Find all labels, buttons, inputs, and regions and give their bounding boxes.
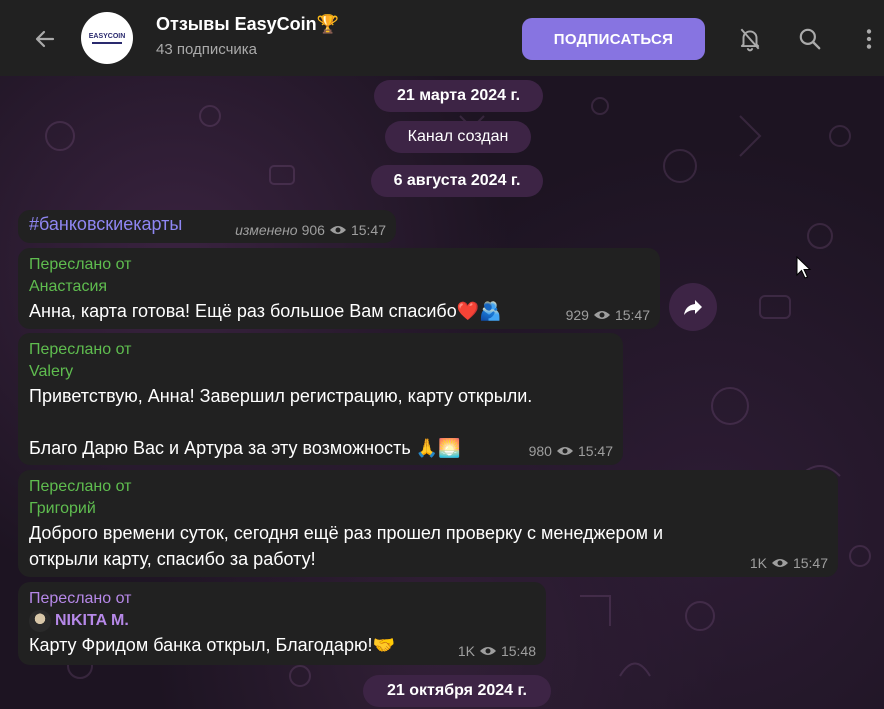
sender-name: NIKITA M. — [55, 612, 129, 630]
message-bubble[interactable]: Переслано от NIKITA M. Карту Фридом банк… — [18, 582, 546, 665]
message-text-line: Доброго времени суток, сегодня ещё раз п… — [29, 523, 664, 543]
mouse-cursor-icon — [796, 256, 812, 279]
message-text-line: открыли карту, спасибо за работу! — [29, 549, 316, 569]
message-meta: изменено 906 15:47 — [235, 222, 386, 238]
forwarded-label: Переслано от — [29, 590, 132, 607]
message-meta: 929 15:47 — [566, 307, 650, 323]
view-count: 980 — [528, 443, 552, 459]
forwarded-from[interactable]: Григорий — [29, 498, 827, 520]
chat-header: EASYCOIN Отзывы EasyCoin🏆 43 подписчика … — [0, 0, 884, 76]
message-text-line: Благо Дарю Вас и Артура за эту возможнос… — [29, 438, 461, 458]
more-vertical-icon — [866, 29, 872, 49]
message-text: Анна, карта готова! Ещё раз большое Вам … — [29, 301, 502, 321]
date-separator: 21 марта 2024 г. — [374, 80, 543, 112]
more-button[interactable] — [854, 24, 884, 54]
channel-avatar[interactable]: EASYCOIN — [81, 12, 133, 64]
view-count: 1K — [457, 643, 475, 659]
mute-button[interactable] — [735, 24, 765, 54]
subscribe-button[interactable]: ПОДПИСАТЬСЯ — [522, 18, 705, 60]
message-time: 15:48 — [500, 643, 536, 659]
message-text-line: Приветствую, Анна! Завершил регистрацию,… — [29, 386, 533, 406]
forwarded-label: Переслано от — [29, 256, 132, 273]
message-meta: 980 15:47 — [529, 443, 613, 459]
forwarded-from[interactable]: Valery — [29, 361, 612, 383]
eye-icon — [593, 311, 610, 319]
eye-icon — [329, 226, 346, 234]
service-message: Канал создан — [385, 121, 531, 153]
message-time: 15:47 — [577, 443, 613, 459]
message-meta: 1K 15:48 — [458, 643, 536, 659]
eye-icon — [556, 447, 573, 455]
edited-label: изменено — [235, 222, 298, 238]
share-icon — [684, 300, 702, 315]
message-bubble[interactable]: #банковскиекарты изменено 906 15:47 — [18, 210, 396, 243]
back-button[interactable] — [28, 22, 62, 56]
message-time: 15:47 — [350, 222, 386, 238]
channel-title: Отзывы EasyCoin🏆 — [156, 14, 340, 34]
search-icon — [799, 28, 821, 50]
date-separator: 6 августа 2024 г. — [371, 165, 543, 197]
message-time: 15:47 — [614, 307, 650, 323]
search-button[interactable] — [795, 24, 825, 54]
hashtag-link[interactable]: #банковскиекарты — [29, 214, 182, 234]
mute-bell-icon — [740, 28, 760, 52]
eye-icon — [771, 559, 788, 567]
view-count: 929 — [565, 307, 589, 323]
message-meta: 1K 15:47 — [750, 555, 828, 571]
message-bubble[interactable]: Переслано от Анастасия Анна, карта готов… — [18, 248, 660, 329]
forwarded-label: Переслано от — [29, 341, 132, 358]
message-bubble[interactable]: Переслано от Valery Приветствую, Анна! З… — [18, 333, 623, 465]
sender-avatar — [29, 610, 51, 632]
message-bubble[interactable]: Переслано от Григорий Доброго времени су… — [18, 470, 838, 577]
subscriber-count: 43 подписчика — [156, 41, 258, 58]
channel-info[interactable]: Отзывы EasyCoin🏆 43 подписчика — [156, 14, 339, 58]
view-count: 1K — [749, 555, 767, 571]
forwarded-label: Переслано от — [29, 478, 132, 495]
share-button[interactable] — [669, 283, 717, 331]
channel-logo: EASYCOIN — [89, 33, 125, 44]
forwarded-from[interactable]: Анастасия — [29, 276, 649, 298]
eye-icon — [479, 647, 496, 655]
message-time: 15:47 — [792, 555, 828, 571]
forwarded-from[interactable]: NIKITA M. — [29, 610, 535, 632]
date-separator: 21 октября 2024 г. — [363, 675, 551, 707]
view-count: 906 — [301, 222, 325, 238]
back-arrow-icon — [35, 30, 55, 48]
